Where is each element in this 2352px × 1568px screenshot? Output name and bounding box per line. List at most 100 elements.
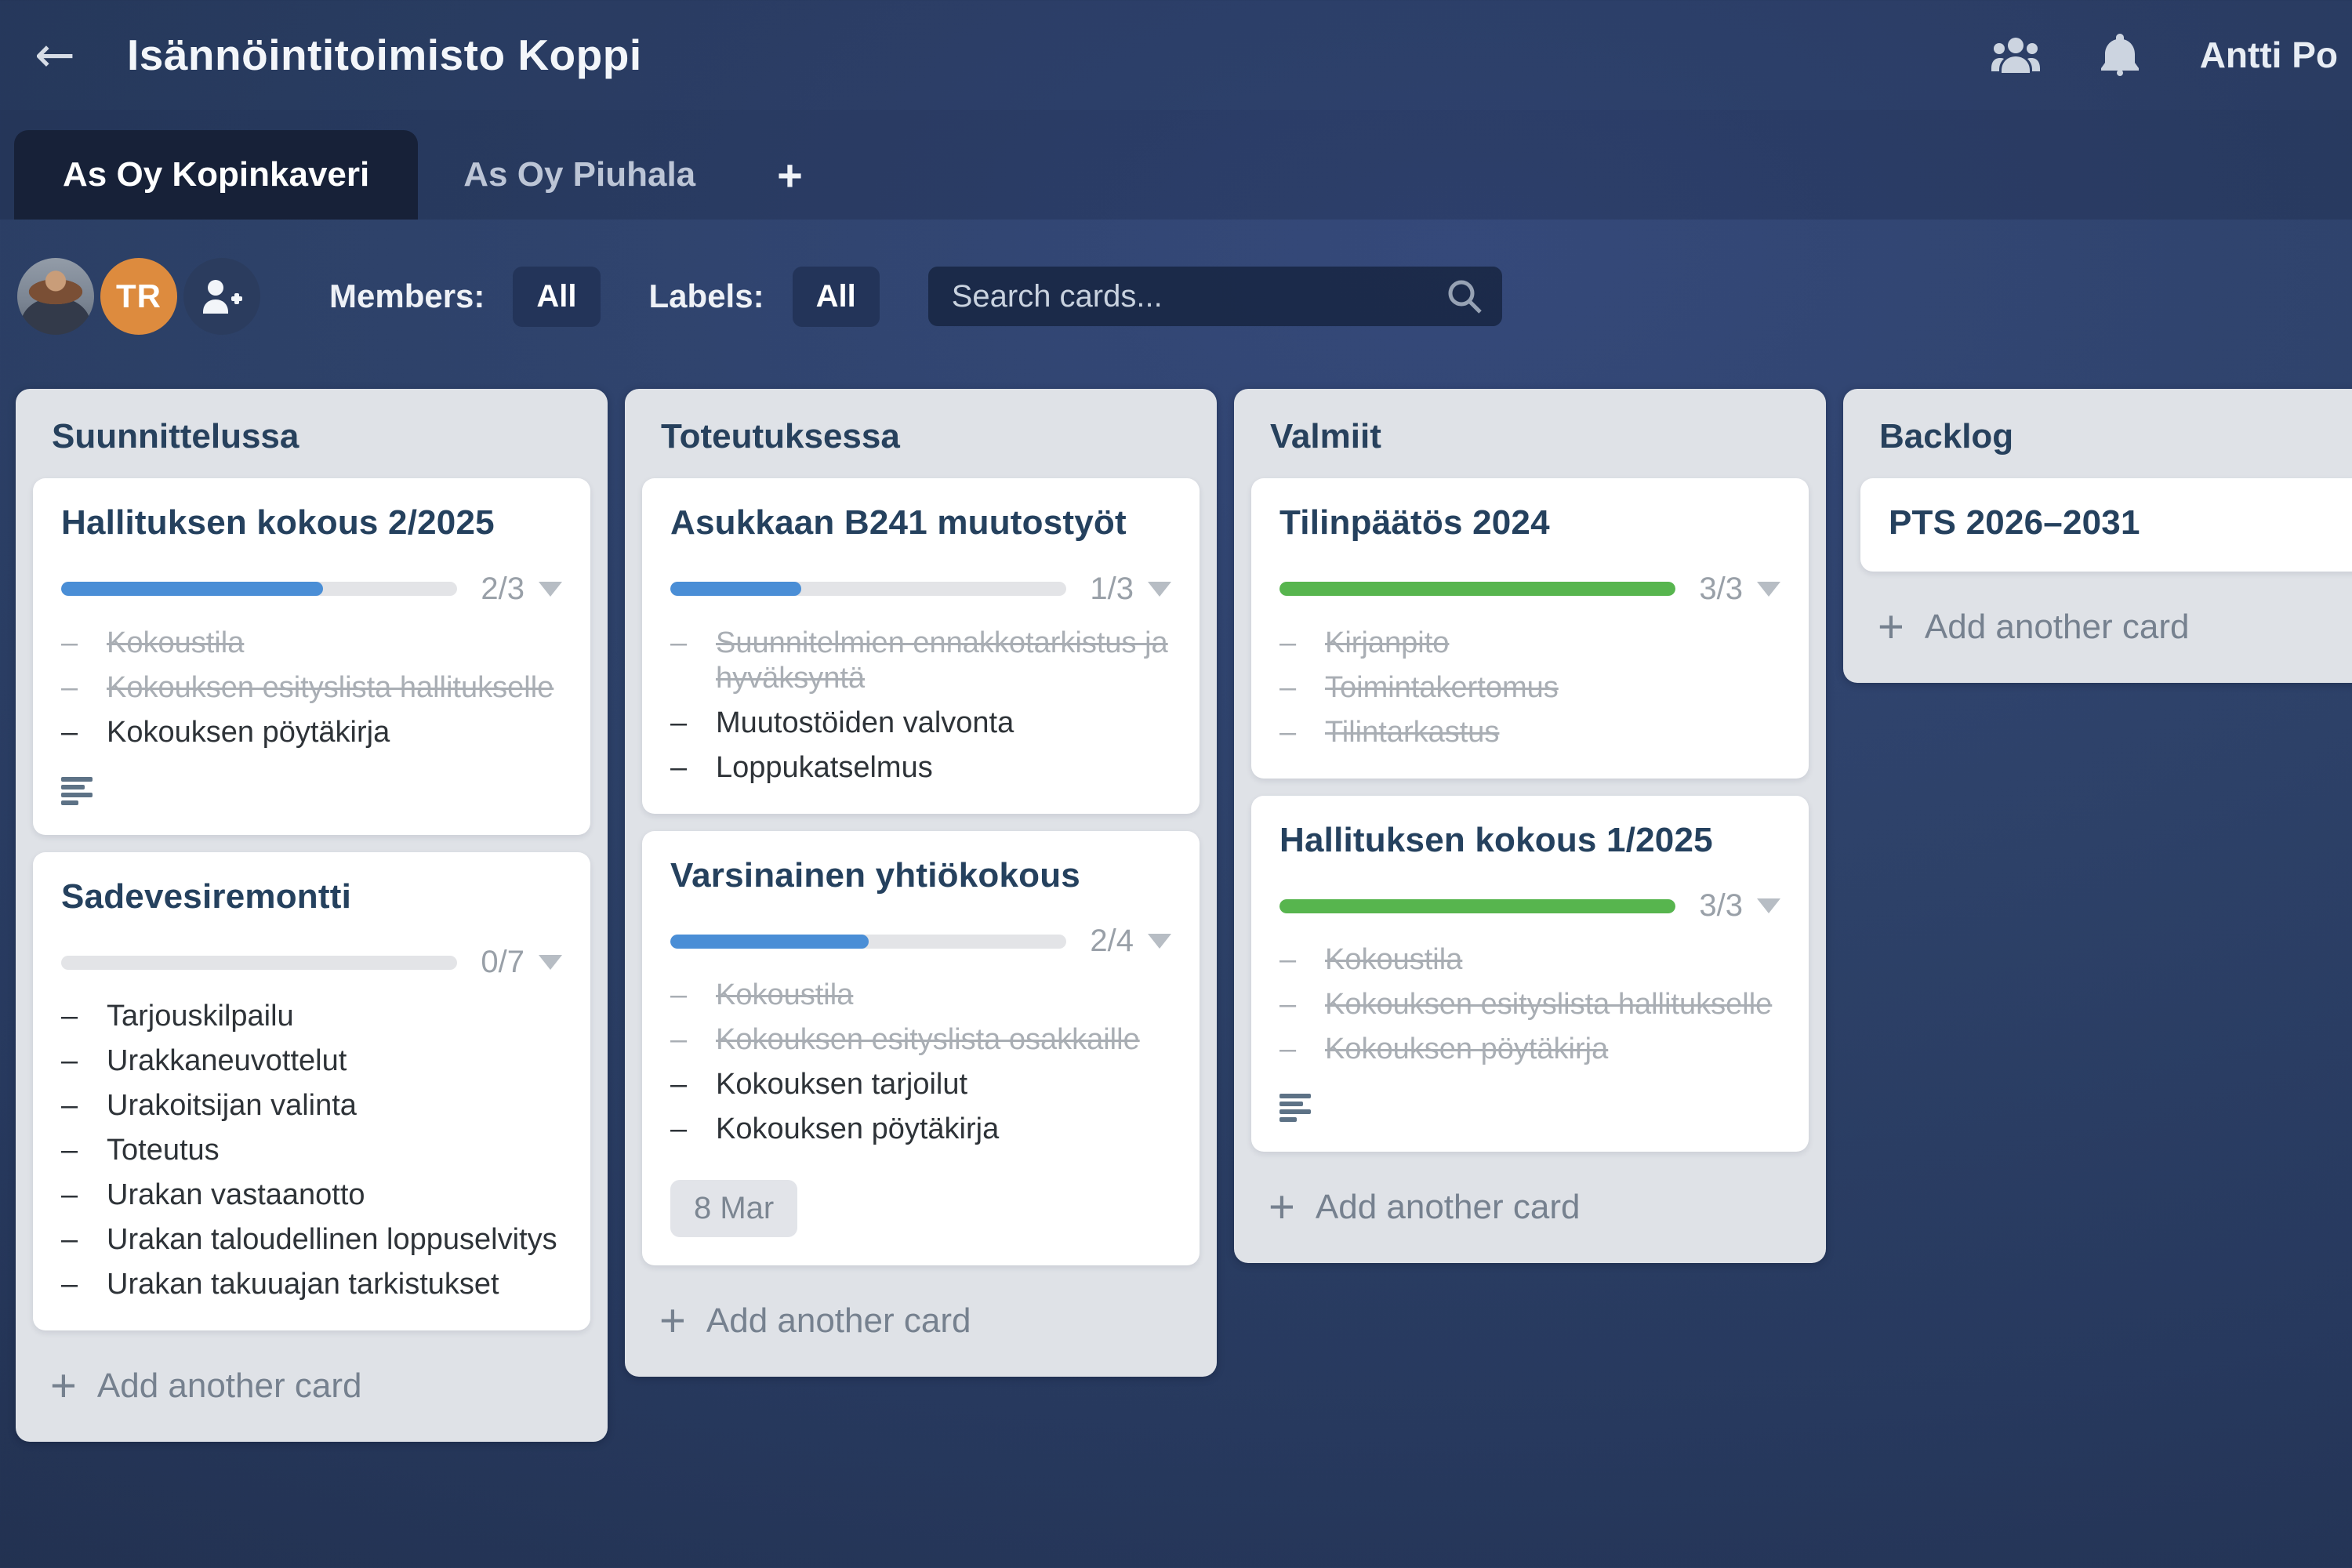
members-all-button[interactable]: All xyxy=(513,267,600,327)
search-icon xyxy=(1446,278,1483,319)
dash: – xyxy=(61,626,107,661)
progress-track xyxy=(670,582,1066,596)
dash: – xyxy=(670,1022,716,1058)
progress-track xyxy=(670,935,1066,949)
progress-fill xyxy=(670,582,801,596)
checklist-item-text: Suunnitelmien ennakkotarkistus ja hyväks… xyxy=(716,626,1171,696)
avatar-photo[interactable] xyxy=(17,258,94,335)
column-title: Suunnittelussa xyxy=(16,389,608,469)
card-varsinainen-yhtiokokous[interactable]: Varsinainen yhtiökokous 2/4 – Kokoustila… xyxy=(642,831,1200,1266)
plus-icon: + xyxy=(1269,1185,1295,1230)
checklist-item-text: Kokouksen tarjoilut xyxy=(716,1067,1171,1102)
progress-track xyxy=(61,582,457,596)
checklist-item-text: Tilintarkastus xyxy=(1325,715,1780,750)
card-asukkaan-b241-muutostyot[interactable]: Asukkaan B241 muutostyöt 1/3 – Suunnitel… xyxy=(642,478,1200,814)
progress-row: 1/3 xyxy=(670,572,1171,607)
dash: – xyxy=(61,1178,107,1213)
checklist-item: – Kokoustila xyxy=(1279,942,1780,978)
chevron-down-icon[interactable] xyxy=(1148,582,1171,597)
checklist-item-text: Kokouksen pöytäkirja xyxy=(1325,1032,1780,1067)
checklist-item-text: Kokouksen pöytäkirja xyxy=(107,715,562,750)
page-title: Isännöintitoimisto Koppi xyxy=(127,30,642,80)
card-pts-2026-2031[interactable]: PTS 2026–2031 xyxy=(1860,478,2352,572)
dash: – xyxy=(670,626,716,696)
progress-label: 2/3 xyxy=(481,572,524,607)
checklist-item: – Suunnitelmien ennakkotarkistus ja hyvä… xyxy=(670,626,1171,696)
dash: – xyxy=(670,978,716,1013)
dash: – xyxy=(61,715,107,750)
checklist-item-text: Kokouksen esityslista hallitukselle xyxy=(1325,987,1780,1022)
card-hallituksen-kokous-1-2025[interactable]: Hallituksen kokous 1/2025 3/3 – Kokousti… xyxy=(1251,796,1809,1152)
checklist-item: – Kokouksen esityslista osakkaille xyxy=(670,1022,1171,1058)
column-toteutuksessa: Toteutuksessa Asukkaan B241 muutostyöt 1… xyxy=(625,389,1217,1377)
card-title: Varsinainen yhtiökokous xyxy=(670,856,1171,896)
add-board-button[interactable]: + xyxy=(741,130,839,220)
progress-label: 3/3 xyxy=(1699,888,1743,924)
board-tabbar: As Oy Kopinkaveri As Oy Piuhala + xyxy=(0,110,2352,220)
labels-all-button[interactable]: All xyxy=(793,267,880,327)
add-card-button[interactable]: + Add another card xyxy=(625,1283,1217,1367)
checklist-item: – Urakan taloudellinen loppuselvitys xyxy=(61,1222,562,1258)
description-icon xyxy=(1279,1094,1780,1123)
notifications-bell-icon[interactable] xyxy=(2101,34,2139,76)
dash: – xyxy=(1279,1032,1325,1067)
card-tilinpaatos-2024[interactable]: Tilinpäätös 2024 3/3 – Kirjanpito – Toim… xyxy=(1251,478,1809,779)
board: Suunnittelussa Hallituksen kokous 2/2025… xyxy=(16,389,2352,1442)
progress-track xyxy=(1279,899,1675,913)
dash: – xyxy=(1279,670,1325,706)
progress-track xyxy=(1279,582,1675,596)
card-sadevesiremontti[interactable]: Sadevesiremontti 0/7 – Tarjouskilpailu –… xyxy=(33,852,590,1331)
progress-row: 2/3 xyxy=(61,572,562,607)
checklist-item: – Kokouksen tarjoilut xyxy=(670,1067,1171,1102)
checklist-item-text: Muutostöiden valvonta xyxy=(716,706,1171,741)
add-card-button[interactable]: + Add another card xyxy=(16,1348,608,1432)
progress-track xyxy=(61,956,457,970)
search-input[interactable] xyxy=(928,267,1502,326)
column-title: Backlog xyxy=(1843,389,2352,469)
chevron-down-icon[interactable] xyxy=(1148,934,1171,949)
dash: – xyxy=(61,1222,107,1258)
chevron-down-icon[interactable] xyxy=(1757,898,1780,913)
add-member-button[interactable] xyxy=(183,258,260,335)
checklist-item-text: Kokoustila xyxy=(716,978,1171,1013)
dash: – xyxy=(61,1044,107,1079)
checklist-item: – Urakan vastaanotto xyxy=(61,1178,562,1213)
checklist-item: – Toteutus xyxy=(61,1133,562,1168)
add-card-label: Add another card xyxy=(1316,1188,1581,1227)
chevron-down-icon[interactable] xyxy=(539,582,562,597)
members-group-icon[interactable] xyxy=(1991,37,2040,73)
checklist-item-text: Kokouksen esityslista osakkaille xyxy=(716,1022,1171,1058)
dash: – xyxy=(61,999,107,1034)
add-card-button[interactable]: + Add another card xyxy=(1843,589,2352,673)
progress-label: 0/7 xyxy=(481,945,524,980)
chevron-down-icon[interactable] xyxy=(1757,582,1780,597)
checklist-item-text: Kirjanpito xyxy=(1325,626,1780,661)
card-title: Asukkaan B241 muutostyöt xyxy=(670,503,1171,543)
dash: – xyxy=(61,670,107,706)
chevron-down-icon[interactable] xyxy=(539,955,562,970)
checklist-item: – Kokouksen pöytäkirja xyxy=(1279,1032,1780,1067)
dash: – xyxy=(61,1133,107,1168)
avatar-initials[interactable]: TR xyxy=(100,258,177,335)
checklist-item: – Loppukatselmus xyxy=(670,750,1171,786)
topbar-right: Antti Po xyxy=(1991,34,2338,76)
progress-row: 3/3 xyxy=(1279,572,1780,607)
progress-fill xyxy=(1279,899,1675,913)
user-menu[interactable]: Antti Po xyxy=(2200,34,2338,76)
add-card-button[interactable]: + Add another card xyxy=(1234,1169,1826,1254)
description-icon xyxy=(61,777,562,807)
checklist-item-text: Urakan vastaanotto xyxy=(107,1178,562,1213)
progress-label: 3/3 xyxy=(1699,572,1743,607)
progress-label: 2/4 xyxy=(1090,924,1134,959)
checklist-item: – Kokouksen pöytäkirja xyxy=(670,1112,1171,1147)
column-valmiit: Valmiit Tilinpäätös 2024 3/3 – Kirjanpit… xyxy=(1234,389,1826,1263)
dash: – xyxy=(61,1088,107,1123)
back-arrow-button[interactable]: ← xyxy=(34,31,75,79)
tab-as-oy-piuhala[interactable]: As Oy Piuhala xyxy=(418,130,741,220)
checklist-item-text: Urakan taloudellinen loppuselvitys xyxy=(107,1222,562,1258)
plus-icon: + xyxy=(659,1298,686,1344)
tab-as-oy-kopinkaveri[interactable]: As Oy Kopinkaveri xyxy=(14,130,418,220)
card-hallituksen-kokous-2-2025[interactable]: Hallituksen kokous 2/2025 2/3 – Kokousti… xyxy=(33,478,590,835)
checklist-item-text: Kokouksen pöytäkirja xyxy=(716,1112,1171,1147)
filter-row: TR Members: All Labels: All xyxy=(17,257,2352,336)
